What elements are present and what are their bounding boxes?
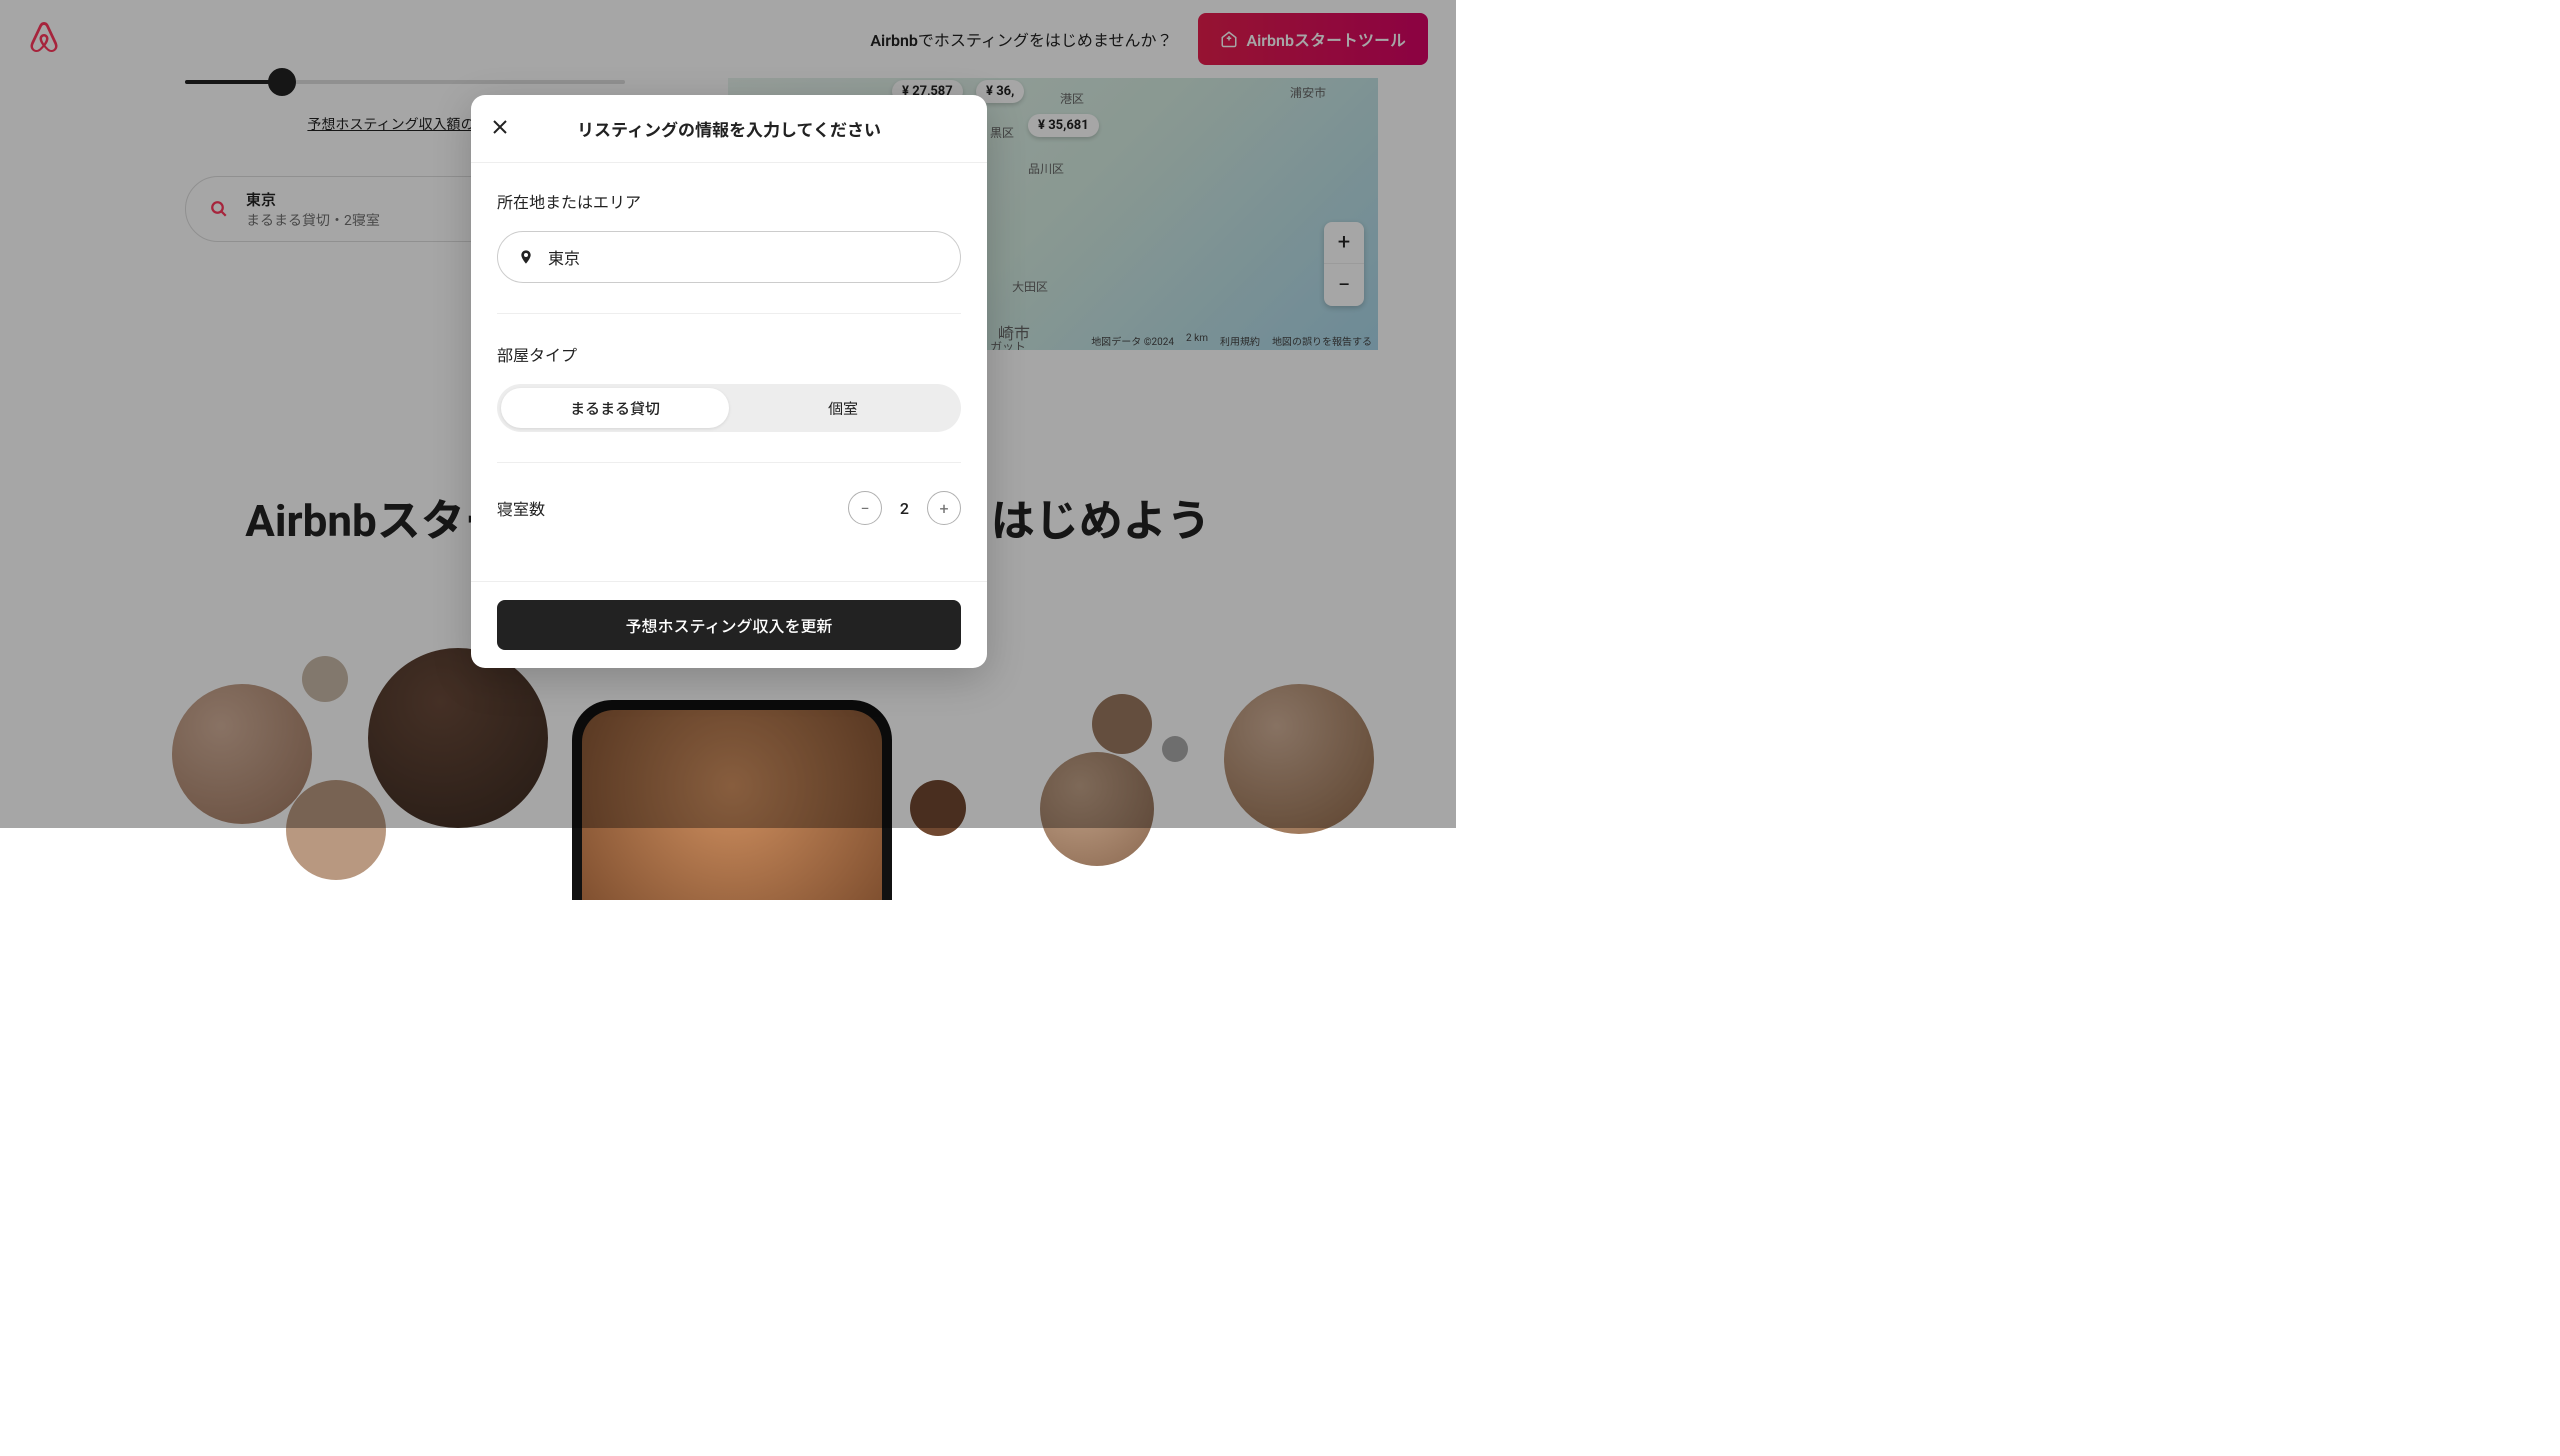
room-type-segment: まるまる貸切 個室 — [497, 384, 961, 432]
pin-icon — [518, 247, 534, 267]
room-type-label: 部屋タイプ — [497, 342, 961, 366]
location-label: 所在地またはエリア — [497, 189, 961, 213]
location-input[interactable]: 東京 — [497, 231, 961, 283]
listing-info-modal: リスティングの情報を入力してください 所在地またはエリア 東京 部屋タイプ まる… — [471, 95, 987, 668]
room-type-entire[interactable]: まるまる貸切 — [501, 388, 729, 428]
update-estimate-button[interactable]: 予想ホスティング収入を更新 — [497, 600, 961, 650]
modal-title: リスティングの情報を入力してください — [577, 116, 881, 141]
bedroom-decrement[interactable]: − — [848, 491, 882, 525]
room-type-private[interactable]: 個室 — [729, 388, 957, 428]
bedroom-increment[interactable]: + — [927, 491, 961, 525]
close-icon — [493, 120, 507, 134]
close-button[interactable] — [493, 118, 507, 139]
bedroom-label: 寝室数 — [497, 496, 545, 520]
bedroom-value: 2 — [900, 499, 909, 518]
location-value: 東京 — [548, 245, 580, 269]
